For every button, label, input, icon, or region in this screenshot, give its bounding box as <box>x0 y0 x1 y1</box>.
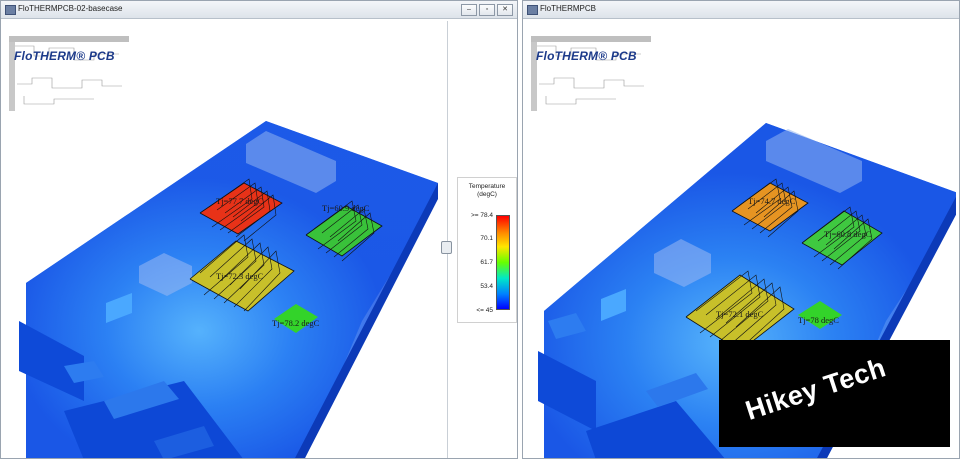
temperature-legend: Temperature (degC) >= 78.4 70.1 61.7 53.… <box>457 177 517 323</box>
left-viewer-window: FloTHERMPCB-02-basecase ‒ ▫ ✕ Tj=77.7 de… <box>0 0 518 459</box>
tj-label-chip: Tj=78.2 degC <box>272 318 320 328</box>
legend-max: >= 78.4 <box>470 212 493 219</box>
legend-tick: 70.1 <box>480 235 493 242</box>
legend-title: Temperature <box>468 183 506 190</box>
watermark-text: Hikey Tech <box>741 352 890 426</box>
restore-button[interactable]: ▫ <box>479 4 495 16</box>
logo-text: FloTHERM® PCB <box>536 49 637 63</box>
legend-color-bar <box>496 215 510 310</box>
tj-label-bottom: Tj=72.1 degC <box>716 309 764 319</box>
watermark-panel: Hikey Tech <box>719 340 950 447</box>
tj-label-top-right: Tj=60.9 degC <box>322 203 370 213</box>
legend-min: <= 45 <box>476 307 493 314</box>
legend-unit: (degC) <box>477 191 497 198</box>
left-window-titlebar[interactable]: FloTHERMPCB-02-basecase ‒ ▫ ✕ <box>1 1 517 19</box>
logo-text: FloTHERM® PCB <box>14 49 115 63</box>
tj-label-top-left: Tj=74.7 degC <box>748 196 796 206</box>
tj-label-chip: Tj=78 degC <box>798 315 839 325</box>
tj-label-top-right: Tj=60.8 degC <box>824 229 872 239</box>
panel-divider <box>447 21 448 458</box>
tj-label-top-left: Tj=77.7 degC <box>216 196 264 206</box>
right-window-titlebar[interactable]: FloTHERMPCB <box>523 1 959 19</box>
flotherm-logo <box>9 36 129 111</box>
app-icon <box>5 5 16 15</box>
splitter-handle[interactable] <box>441 241 452 254</box>
close-button[interactable]: ✕ <box>497 4 513 16</box>
right-window-title: FloTHERMPCB <box>540 4 597 13</box>
left-window-title: FloTHERMPCB-02-basecase <box>18 4 123 13</box>
flotherm-logo <box>531 36 651 111</box>
legend-tick: 61.7 <box>480 259 493 266</box>
minimize-button[interactable]: ‒ <box>461 4 477 16</box>
tj-label-bottom: Tj=72.3 degC <box>216 271 264 281</box>
app-icon <box>527 5 538 15</box>
legend-tick: 53.4 <box>480 283 493 290</box>
left-3d-viewport[interactable]: Tj=77.7 degC Tj=60.9 degC Tj=72.3 degC T… <box>4 21 514 458</box>
